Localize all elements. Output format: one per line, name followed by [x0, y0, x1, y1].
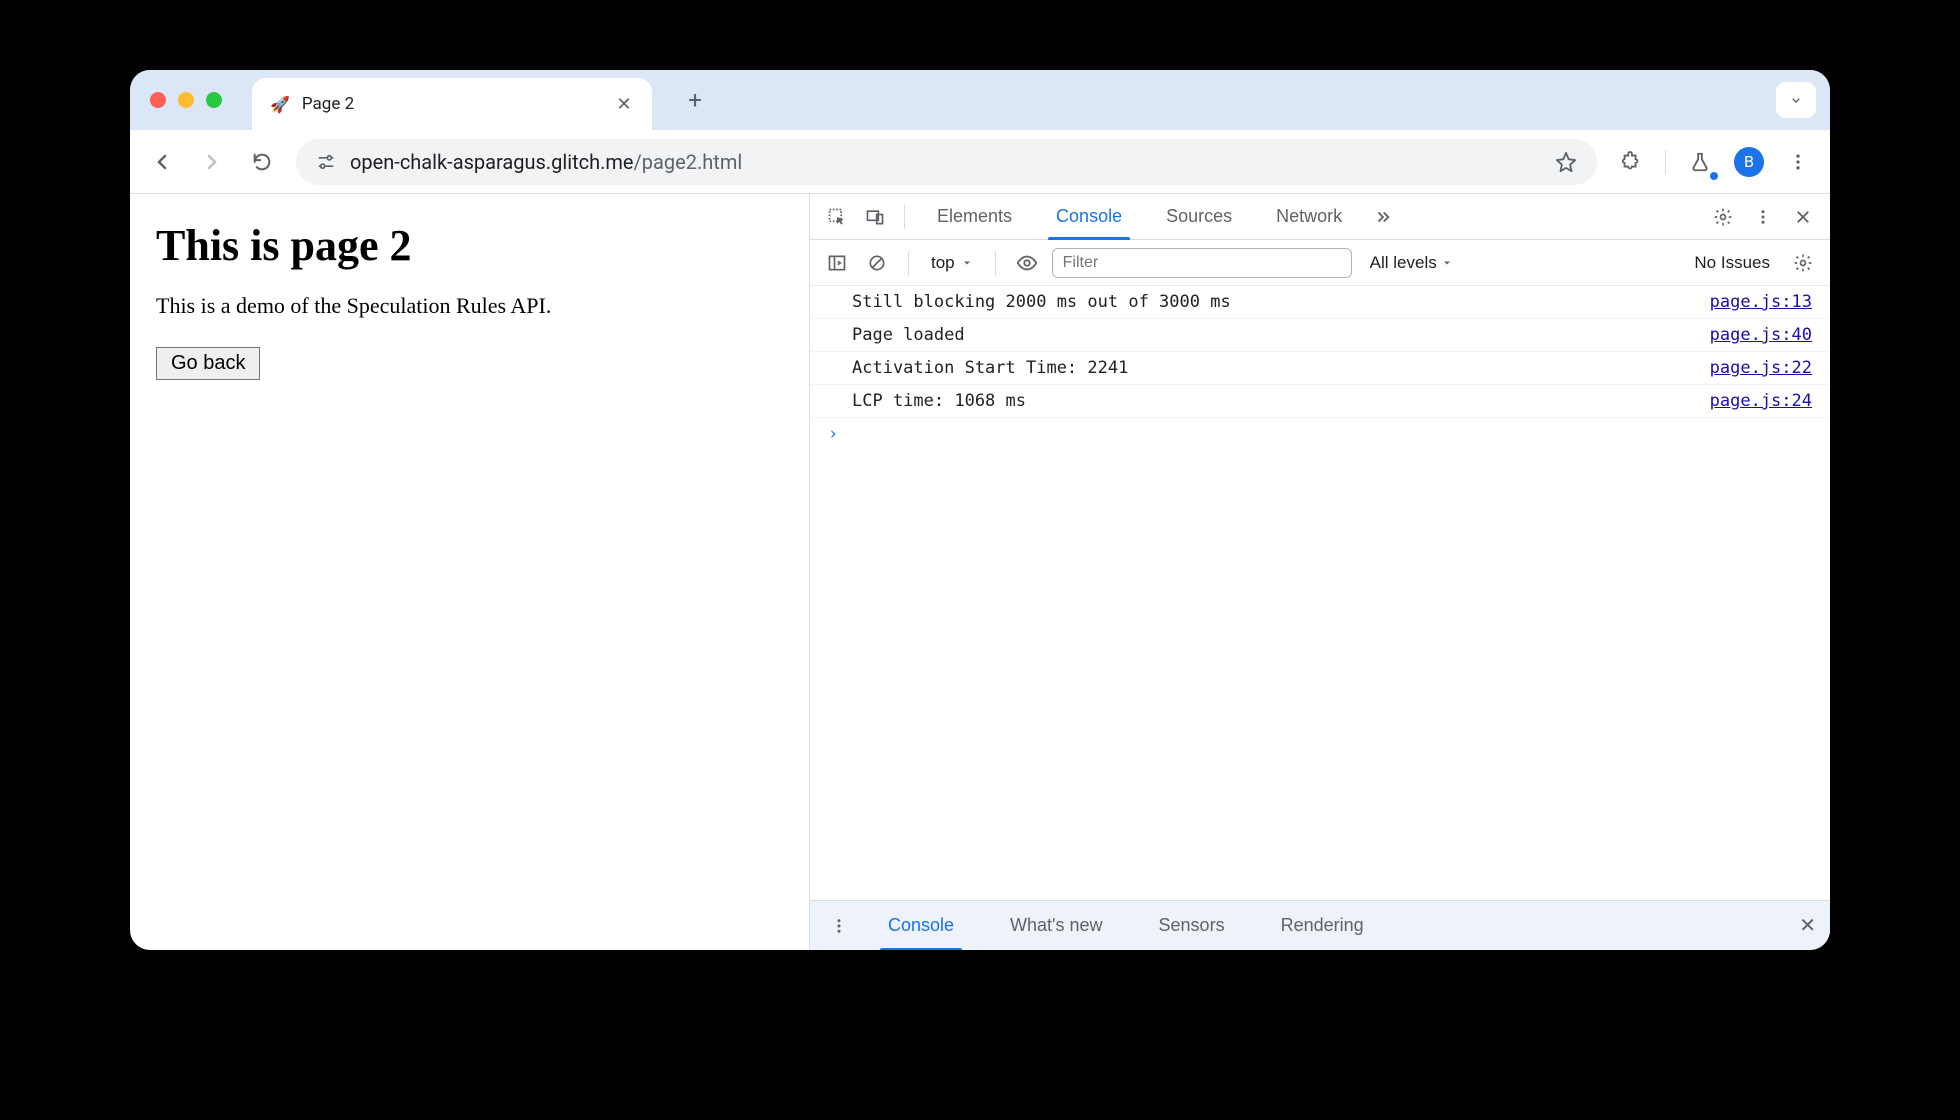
close-window-button[interactable]	[150, 92, 166, 108]
toggle-sidebar-button[interactable]	[822, 248, 852, 278]
levels-label: All levels	[1370, 253, 1437, 273]
devtools-settings-button[interactable]	[1708, 202, 1738, 232]
close-tab-button[interactable]: ✕	[614, 94, 634, 115]
go-back-button[interactable]: Go back	[156, 347, 260, 380]
extensions-button[interactable]	[1615, 146, 1647, 178]
arrow-right-icon	[200, 150, 224, 174]
toolbar-separator	[1665, 150, 1666, 174]
more-vertical-icon	[1754, 208, 1772, 226]
more-vertical-icon	[1788, 152, 1808, 172]
devtools-close-button[interactable]	[1788, 202, 1818, 232]
back-button[interactable]	[146, 146, 178, 178]
log-entry: Activation Start Time: 2241 page.js:22	[810, 352, 1830, 385]
more-vertical-icon	[830, 917, 848, 935]
context-label: top	[931, 253, 955, 273]
tab-network[interactable]: Network	[1258, 194, 1360, 240]
chevron-right-icon: ›	[828, 424, 838, 444]
page-content: This is page 2 This is a demo of the Spe…	[130, 194, 810, 950]
menu-button[interactable]	[1782, 146, 1814, 178]
url-text: open-chalk-asparagus.glitch.me/page2.htm…	[350, 150, 742, 174]
triangle-down-icon	[961, 257, 973, 269]
devtools-menu-button[interactable]	[1748, 202, 1778, 232]
log-levels-selector[interactable]: All levels	[1370, 253, 1453, 273]
sidebar-icon	[827, 253, 847, 273]
new-tab-button[interactable]: +	[680, 86, 710, 114]
devtools-panel: Elements Console Sources Network	[810, 194, 1830, 950]
log-message: Still blocking 2000 ms out of 3000 ms	[852, 292, 1710, 312]
log-source-link[interactable]: page.js:13	[1710, 292, 1812, 312]
star-icon	[1555, 151, 1577, 173]
page-paragraph: This is a demo of the Speculation Rules …	[156, 293, 783, 319]
log-entry: Still blocking 2000 ms out of 3000 ms pa…	[810, 286, 1830, 319]
ban-icon	[867, 253, 887, 273]
labs-button[interactable]	[1684, 146, 1716, 178]
tabs-dropdown-button[interactable]	[1776, 82, 1816, 118]
devtools-drawer: Console What's new Sensors Rendering ✕	[810, 900, 1830, 950]
flask-icon	[1689, 151, 1711, 173]
log-entry: LCP time: 1068 ms page.js:24	[810, 385, 1830, 418]
drawer-tab-whatsnew[interactable]: What's new	[988, 901, 1124, 951]
minimize-window-button[interactable]	[178, 92, 194, 108]
device-toggle-button[interactable]	[860, 202, 890, 232]
devices-icon	[865, 207, 885, 227]
console-toolbar: top All levels No Issues	[810, 240, 1830, 286]
arrow-left-icon	[150, 150, 174, 174]
gear-icon	[1793, 253, 1813, 273]
tab-title: Page 2	[302, 94, 602, 114]
chevron-double-right-icon	[1374, 208, 1392, 226]
reload-button[interactable]	[246, 146, 278, 178]
navigation-toolbar: open-chalk-asparagus.glitch.me/page2.htm…	[130, 130, 1830, 194]
maximize-window-button[interactable]	[206, 92, 222, 108]
titlebar: 🚀 Page 2 ✕ +	[130, 70, 1830, 130]
drawer-tab-rendering[interactable]: Rendering	[1259, 901, 1386, 951]
log-message: Activation Start Time: 2241	[852, 358, 1710, 378]
tab-console[interactable]: Console	[1038, 194, 1140, 240]
more-tabs-button[interactable]	[1368, 202, 1398, 232]
window-controls	[150, 92, 222, 108]
eye-icon	[1016, 252, 1038, 274]
address-bar[interactable]: open-chalk-asparagus.glitch.me/page2.htm…	[296, 139, 1597, 185]
inspect-icon	[827, 207, 847, 227]
filter-input[interactable]	[1052, 248, 1352, 278]
tab-elements[interactable]: Elements	[919, 194, 1030, 240]
console-prompt[interactable]: ›	[810, 418, 1830, 450]
profile-avatar[interactable]: B	[1734, 147, 1764, 177]
log-message: Page loaded	[852, 325, 1710, 345]
inspect-element-button[interactable]	[822, 202, 852, 232]
site-settings-icon[interactable]	[316, 152, 336, 172]
avatar-letter: B	[1744, 152, 1754, 171]
page-heading: This is page 2	[156, 220, 783, 271]
drawer-menu-button[interactable]	[824, 911, 854, 941]
forward-button[interactable]	[196, 146, 228, 178]
content-area: This is page 2 This is a demo of the Spe…	[130, 194, 1830, 950]
chevron-down-icon	[1788, 92, 1804, 108]
reload-icon	[251, 151, 273, 173]
live-expression-button[interactable]	[1012, 248, 1042, 278]
drawer-tab-console[interactable]: Console	[866, 901, 976, 951]
gear-icon	[1713, 207, 1733, 227]
log-source-link[interactable]: page.js:40	[1710, 325, 1812, 345]
browser-tab[interactable]: 🚀 Page 2 ✕	[252, 78, 652, 130]
rocket-icon: 🚀	[270, 95, 290, 114]
issues-indicator[interactable]: No Issues	[1694, 253, 1770, 273]
console-log-area: Still blocking 2000 ms out of 3000 ms pa…	[810, 286, 1830, 900]
log-source-link[interactable]: page.js:22	[1710, 358, 1812, 378]
puzzle-icon	[1620, 151, 1642, 173]
context-selector[interactable]: top	[925, 253, 979, 273]
tab-sources[interactable]: Sources	[1148, 194, 1250, 240]
tune-icon	[316, 152, 336, 172]
devtools-tab-bar: Elements Console Sources Network	[810, 194, 1830, 240]
drawer-close-button[interactable]: ✕	[1799, 913, 1816, 938]
log-entry: Page loaded page.js:40	[810, 319, 1830, 352]
console-settings-button[interactable]	[1788, 248, 1818, 278]
log-source-link[interactable]: page.js:24	[1710, 391, 1812, 411]
log-message: LCP time: 1068 ms	[852, 391, 1710, 411]
browser-window: 🚀 Page 2 ✕ + open-chalk-asparagus.glitch…	[130, 70, 1830, 950]
triangle-down-icon	[1441, 257, 1453, 269]
drawer-tab-sensors[interactable]: Sensors	[1137, 901, 1247, 951]
bookmark-button[interactable]	[1555, 151, 1577, 173]
close-icon	[1794, 208, 1812, 226]
clear-console-button[interactable]	[862, 248, 892, 278]
